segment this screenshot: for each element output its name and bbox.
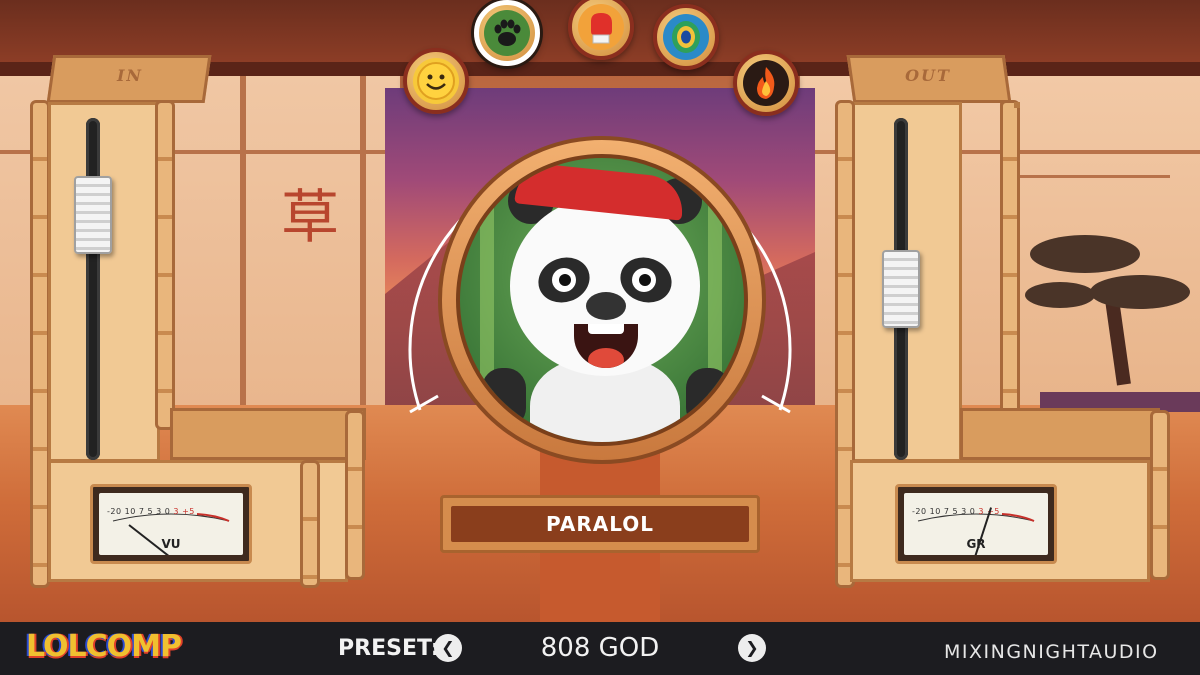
wall-beam bbox=[240, 76, 246, 406]
preset-label: PRESET: bbox=[338, 636, 440, 661]
chevron-right-icon: ❯ bbox=[745, 638, 759, 657]
bonsai-foliage bbox=[1025, 282, 1095, 308]
product-logo: LOLCOMP bbox=[26, 629, 182, 664]
output-gr-meter: -20 10 7 5 3 0 3 +5 GR bbox=[895, 484, 1057, 564]
scale-mark: 5 bbox=[952, 507, 959, 516]
scale-mark: 3 bbox=[156, 507, 162, 516]
output-panel-shelf bbox=[960, 408, 1160, 460]
character-portrait bbox=[456, 154, 748, 446]
plugin-scene: 草 IN -20 10 7 5 3 0 3 +5 VU OUT -20 10 7… bbox=[0, 0, 1200, 622]
meter-face: -20 10 7 5 3 0 3 +5 GR bbox=[904, 493, 1048, 555]
bamboo-post bbox=[1150, 410, 1170, 580]
scale-mark: +5 bbox=[182, 507, 195, 516]
panda-paw bbox=[686, 368, 730, 428]
wall-beam bbox=[360, 76, 366, 406]
input-slider-track bbox=[86, 118, 100, 460]
scale-mark: 3 bbox=[173, 507, 180, 516]
panda-nose bbox=[586, 292, 626, 320]
wall-beam bbox=[1020, 175, 1170, 178]
character-name-plate: PARALOL bbox=[440, 495, 760, 553]
panda-paw bbox=[482, 368, 526, 428]
scale-mark: -20 bbox=[912, 507, 927, 516]
scale-mark: 3 bbox=[978, 507, 985, 516]
bamboo-post bbox=[155, 100, 175, 430]
meter-label: VU bbox=[161, 537, 181, 551]
bonsai-foliage bbox=[1030, 235, 1140, 273]
mode-smile-button[interactable] bbox=[403, 48, 469, 114]
preset-name[interactable]: 808 GOD bbox=[500, 633, 700, 663]
panda-eye bbox=[552, 268, 576, 292]
input-gain-slider[interactable] bbox=[74, 176, 112, 255]
bamboo-post bbox=[345, 410, 365, 580]
scale-mark: 7 bbox=[943, 507, 950, 516]
scale-mark: 3 bbox=[961, 507, 967, 516]
scale-mark: 0 bbox=[164, 507, 171, 516]
meter-scale-labels: -20 10 7 5 3 0 3 +5 bbox=[912, 507, 1040, 516]
bamboo-post bbox=[1000, 100, 1020, 430]
panda-mouth bbox=[574, 324, 638, 368]
scale-mark: 0 bbox=[969, 507, 976, 516]
output-gain-slider[interactable] bbox=[882, 250, 920, 328]
mode-paw-button[interactable] bbox=[474, 0, 540, 66]
smiley-face-icon bbox=[413, 58, 459, 104]
boxing-glove-icon bbox=[578, 4, 624, 50]
scale-mark: 5 bbox=[147, 507, 154, 516]
panda-eye bbox=[632, 268, 656, 292]
panda-head bbox=[510, 196, 700, 376]
bonsai-foliage bbox=[1090, 275, 1190, 309]
character-name: PARALOL bbox=[451, 506, 749, 542]
bottom-bar: LOLCOMP PRESET: ❮ 808 GOD ❯ MIXINGNIGHTA… bbox=[0, 622, 1200, 675]
scale-mark: 10 bbox=[124, 507, 136, 516]
input-label: IN bbox=[116, 66, 144, 85]
input-vu-meter: -20 10 7 5 3 0 3 +5 VU bbox=[90, 484, 252, 564]
mode-peacock-button[interactable] bbox=[653, 4, 719, 70]
meter-scale-labels: -20 10 7 5 3 0 3 +5 bbox=[107, 507, 235, 516]
preset-next-button[interactable]: ❯ bbox=[738, 634, 766, 662]
peacock-feather-icon bbox=[663, 14, 709, 60]
kanji-character: 草 bbox=[280, 183, 339, 251]
input-panel-face bbox=[48, 102, 160, 462]
fire-icon bbox=[743, 60, 789, 106]
brand-logo: MIXINGNIGHTAUDIO bbox=[944, 641, 1159, 663]
scale-mark: -20 bbox=[107, 507, 122, 516]
mode-fire-button[interactable] bbox=[733, 50, 799, 116]
preset-prev-button[interactable]: ❮ bbox=[434, 634, 462, 662]
meter-face: -20 10 7 5 3 0 3 +5 VU bbox=[99, 493, 243, 555]
spacer bbox=[1014, 102, 1020, 108]
bamboo-post bbox=[300, 460, 320, 588]
paw-print-icon bbox=[484, 10, 530, 56]
scale-mark: 10 bbox=[929, 507, 941, 516]
bamboo-post bbox=[30, 100, 50, 588]
input-panel-shelf bbox=[170, 408, 366, 460]
scale-mark: 7 bbox=[138, 507, 145, 516]
chevron-left-icon: ❮ bbox=[441, 638, 455, 657]
output-label: OUT bbox=[905, 66, 951, 85]
